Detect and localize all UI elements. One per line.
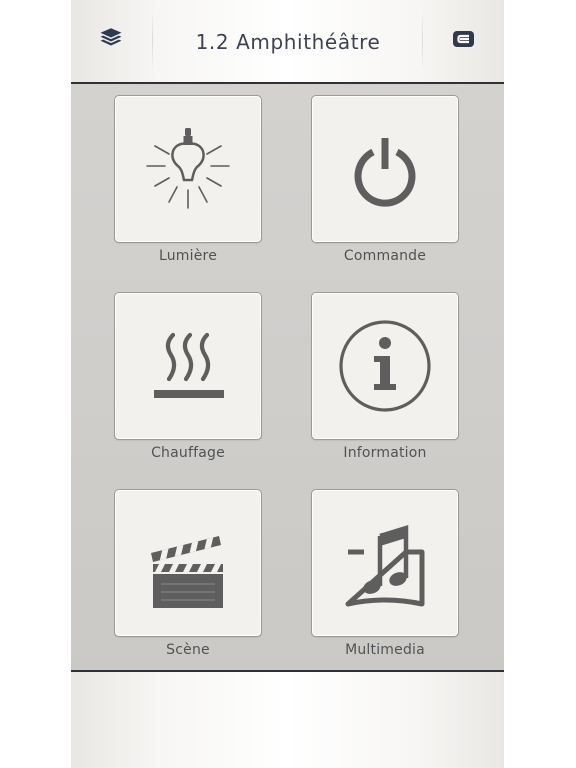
tile-label-chauffage: Chauffage (151, 445, 225, 461)
tile-commande[interactable] (311, 95, 459, 243)
tile-scene[interactable] (114, 489, 262, 637)
layers-button[interactable] (71, 10, 151, 72)
tile-label-commande: Commande (343, 248, 427, 264)
tile-chauffage[interactable] (114, 292, 262, 440)
tile-label-multimedia: Multimedia (345, 642, 425, 658)
page: 1.2 Amphithéâtre Lumière Commande Chauff… (0, 0, 576, 768)
tile-label-scene: Scène (166, 642, 210, 658)
page-title: 1.2 Amphithéâtre (195, 30, 381, 54)
app-window: 1.2 Amphithéâtre Lumière Commande Chauff… (71, 0, 504, 768)
tile-multimedia[interactable] (311, 489, 459, 637)
music-screen-icon (330, 508, 440, 618)
light-bulb-icon (133, 114, 243, 224)
main-panel: Lumière Commande Chauffage Information S… (71, 82, 504, 672)
header-divider-right (422, 10, 423, 72)
header-bar: 1.2 Amphithéâtre (71, 0, 504, 82)
clapperboard-icon (133, 508, 243, 618)
info-icon (330, 311, 440, 421)
tile-label-lumiere: Lumière (158, 248, 218, 264)
tile-label-information: Information (343, 445, 427, 461)
power-icon (330, 114, 440, 224)
layers-icon (98, 27, 124, 55)
tile-lumiere[interactable] (114, 95, 262, 243)
logout-button[interactable] (424, 10, 504, 72)
logout-icon (452, 30, 476, 52)
heating-icon (133, 311, 243, 421)
tile-information[interactable] (311, 292, 459, 440)
